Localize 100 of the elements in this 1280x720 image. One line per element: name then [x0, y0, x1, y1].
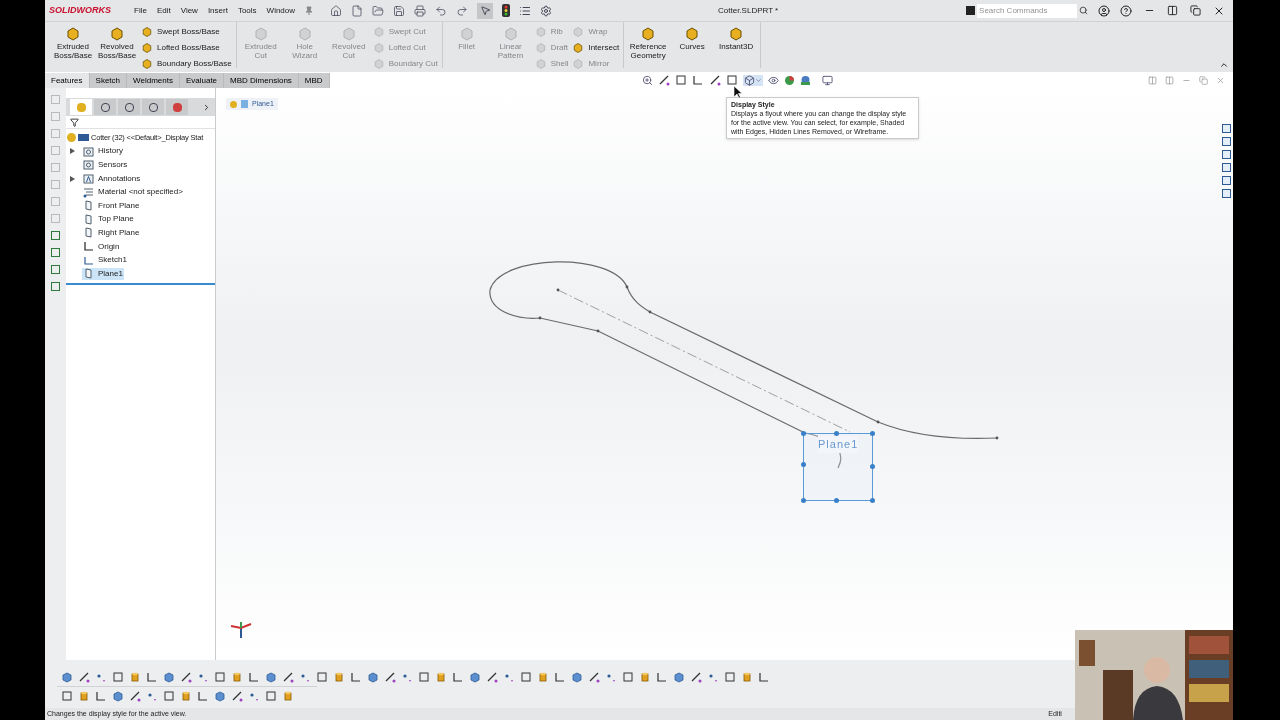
cylinder-icon[interactable] [639, 671, 651, 683]
menu-item[interactable]: Tools [232, 4, 262, 17]
search-icon[interactable] [1079, 6, 1089, 15]
line-icon[interactable] [129, 689, 141, 702]
new-file-icon[interactable] [351, 4, 364, 17]
line-icon[interactable] [282, 671, 294, 683]
redo-icon[interactable] [456, 4, 469, 17]
cylinder-icon[interactable] [333, 671, 345, 683]
angle-icon[interactable] [758, 671, 770, 683]
square-icon[interactable] [112, 671, 124, 683]
next-icon[interactable] [202, 102, 211, 112]
cylinder-icon[interactable] [282, 689, 294, 702]
target-icon[interactable] [142, 99, 164, 115]
angle-icon[interactable] [95, 689, 107, 702]
cube-icon[interactable] [61, 671, 73, 683]
line-icon[interactable] [78, 671, 90, 683]
help-icon[interactable] [1120, 4, 1133, 17]
line-icon[interactable] [588, 671, 600, 683]
tree-item[interactable]: Right Plane [82, 226, 141, 239]
cylinder-icon[interactable] [435, 671, 447, 683]
pin-icon[interactable] [304, 5, 315, 16]
list-icon[interactable] [519, 4, 532, 17]
cube-icon[interactable] [367, 671, 379, 683]
line-icon[interactable] [708, 74, 721, 86]
line-icon[interactable] [231, 689, 243, 702]
ribbon-button[interactable]: Extruded Boss/Base [53, 26, 93, 60]
angle-icon[interactable] [554, 671, 566, 683]
line-icon[interactable] [690, 671, 702, 683]
tree-item[interactable]: Material <not specified> [82, 186, 184, 199]
ribbon-button[interactable]: Intersect [572, 42, 620, 54]
angle-icon[interactable] [248, 671, 260, 683]
cylinder-icon[interactable] [741, 671, 753, 683]
tree-item[interactable]: Origin [82, 240, 121, 253]
angle-icon[interactable] [350, 671, 362, 683]
square-icon[interactable] [674, 74, 687, 86]
open-folder-icon[interactable] [372, 4, 385, 17]
line-icon[interactable] [384, 671, 396, 683]
view-icon[interactable] [50, 264, 61, 275]
square-icon[interactable] [163, 689, 175, 702]
tree-item[interactable]: Plane1 [82, 267, 124, 280]
tab[interactable]: Features [45, 73, 90, 88]
expand-arrow-icon[interactable] [70, 148, 75, 155]
angle-icon[interactable] [197, 689, 209, 702]
user-icon[interactable] [1098, 4, 1111, 17]
angle-icon[interactable] [146, 671, 158, 683]
tree-item[interactable]: Top Plane [82, 213, 135, 226]
menu-item[interactable]: View [175, 4, 203, 17]
tab[interactable]: MBD [298, 73, 330, 88]
line-icon[interactable] [486, 671, 498, 683]
ribbon-button[interactable]: Reference Geometry [628, 26, 669, 60]
tree-item[interactable]: History [82, 145, 124, 158]
ribbon-button[interactable]: Revolved Boss/Base [97, 26, 137, 60]
property-icon[interactable] [94, 99, 116, 115]
traffic-light-icon[interactable] [502, 4, 511, 17]
square-icon[interactable] [214, 671, 226, 683]
ribbon-button[interactable]: Lofted Boss/Base [141, 42, 232, 54]
square-icon[interactable] [724, 671, 736, 683]
cylinder-icon[interactable] [129, 671, 141, 683]
tree-item[interactable]: Front Plane [82, 199, 141, 212]
undo-icon[interactable] [435, 4, 448, 17]
ribbon-button[interactable]: Curves [672, 26, 713, 51]
save-icon[interactable] [393, 4, 406, 17]
square-icon[interactable] [520, 671, 532, 683]
tab[interactable]: Evaluate [179, 73, 225, 88]
square-icon[interactable] [316, 671, 328, 683]
cube-icon[interactable] [469, 671, 481, 683]
angle-icon[interactable] [452, 671, 464, 683]
cube-icon[interactable] [673, 671, 685, 683]
cube-icon[interactable] [163, 671, 175, 683]
appearance-icon[interactable] [166, 99, 188, 115]
view-icon[interactable] [50, 281, 61, 292]
scene-icon[interactable] [799, 74, 811, 86]
square-icon[interactable] [725, 74, 738, 86]
configuration-icon[interactable] [118, 99, 140, 115]
settings-icon[interactable] [540, 4, 553, 17]
square-icon[interactable] [622, 671, 634, 683]
print-icon[interactable] [414, 4, 427, 17]
cube-icon[interactable] [265, 671, 277, 683]
tab[interactable]: Weldments [127, 73, 180, 88]
cube-icon[interactable] [112, 689, 124, 702]
collapse-icon[interactable] [1219, 60, 1229, 70]
ribbon-button[interactable]: Swept Boss/Base [141, 26, 232, 38]
search-field[interactable]: Search Commands [977, 3, 1078, 18]
cylinder-icon[interactable] [537, 671, 549, 683]
sphere-icon[interactable] [783, 74, 795, 86]
cylinder-icon[interactable] [231, 671, 243, 683]
angle-icon[interactable] [656, 671, 668, 683]
tab[interactable]: MBD Dimensions [224, 73, 299, 88]
select-button[interactable] [477, 2, 494, 19]
tab[interactable]: Sketch [89, 73, 128, 88]
ribbon-button[interactable]: Boundary Boss/Base [141, 58, 232, 70]
line-icon[interactable] [180, 671, 192, 683]
view-icon[interactable] [50, 247, 61, 258]
tree-item[interactable]: Annotations [82, 172, 142, 185]
cube-icon[interactable] [571, 671, 583, 683]
display-style-button[interactable] [742, 74, 763, 86]
angle-icon[interactable] [691, 74, 704, 86]
square-icon[interactable] [418, 671, 430, 683]
line-icon[interactable] [657, 74, 670, 86]
view-icon[interactable] [50, 230, 61, 241]
